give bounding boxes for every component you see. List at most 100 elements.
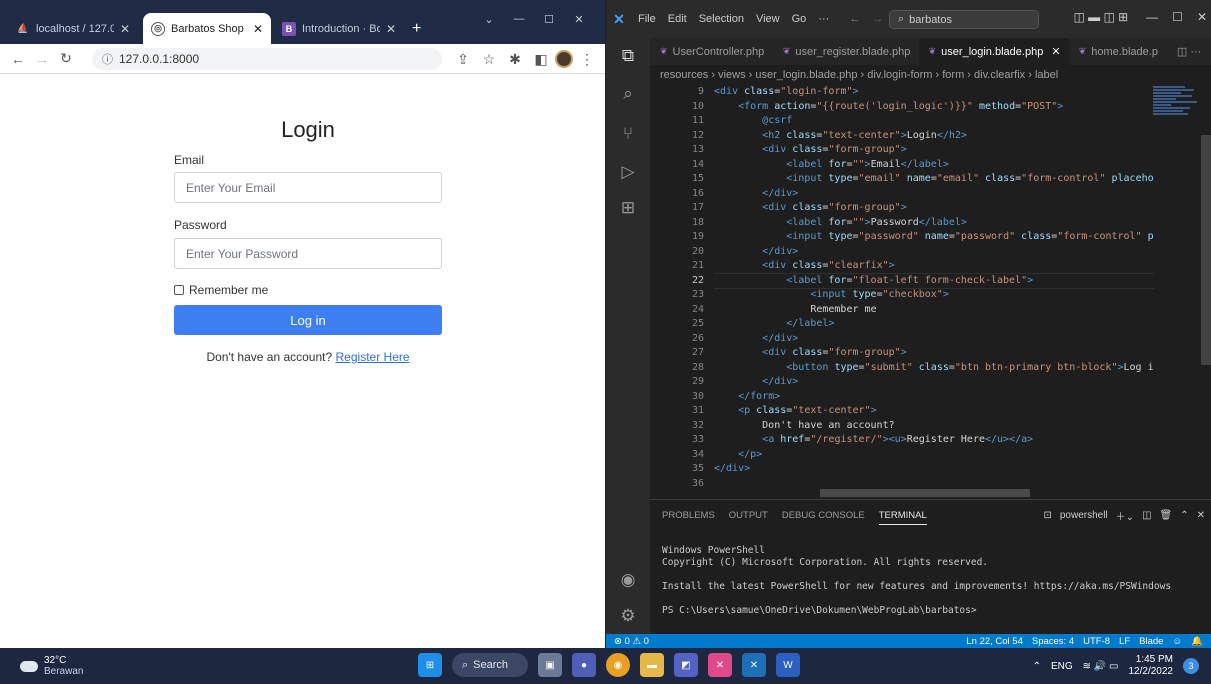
language-mode[interactable]: Blade — [1139, 636, 1163, 647]
chrome-icon[interactable]: ◉ — [606, 653, 630, 677]
file-explorer-icon[interactable]: ▬ — [640, 653, 664, 677]
breadcrumb[interactable]: resources › views › user_login.blade.php… — [650, 65, 1211, 85]
menu-file[interactable]: File — [632, 13, 662, 25]
notification-badge[interactable]: 3 — [1183, 658, 1199, 674]
minimize-icon[interactable]: — — [504, 8, 534, 30]
new-tab-button[interactable]: + — [404, 13, 432, 44]
back-icon[interactable]: ← — [6, 47, 30, 71]
source-control-icon[interactable]: ⑂ — [616, 122, 640, 146]
account-icon[interactable]: ◉ — [616, 568, 640, 592]
close-icon[interactable]: ✕ — [386, 22, 396, 36]
tab-problems[interactable]: PROBLEMS — [662, 510, 715, 525]
bell-icon[interactable]: 🔔 — [1191, 636, 1203, 647]
language-indicator[interactable]: ENG — [1051, 661, 1073, 672]
code-lines[interactable]: <div class="login-form"> <form action="{… — [714, 85, 1154, 491]
password-placeholder: Enter Your Password — [186, 246, 299, 261]
code-line: <input type="email" name="email" class="… — [786, 173, 1154, 184]
nav-back-icon[interactable]: ← — [843, 13, 866, 25]
vertical-scrollbar[interactable] — [1201, 135, 1211, 365]
forward-icon[interactable]: → — [30, 47, 54, 71]
problems-status[interactable]: ⊗ 0 ⚠ 0 — [606, 636, 649, 647]
address-bar[interactable]: ⓘ 127.0.0.1:8000 — [92, 48, 442, 70]
menu-selection[interactable]: Selection — [693, 13, 750, 25]
nav-forward-icon[interactable]: → — [866, 13, 889, 25]
close-window-icon[interactable]: ✕ — [1197, 10, 1207, 24]
app-icon[interactable]: ◩ — [674, 653, 698, 677]
line-ending[interactable]: LF — [1119, 636, 1130, 647]
extensions-icon[interactable]: ⊞ — [616, 196, 640, 220]
line-number: 17 — [691, 202, 704, 213]
explorer-icon[interactable]: ⧉ — [616, 44, 640, 68]
close-icon[interactable]: ✕ — [120, 22, 130, 36]
command-center[interactable]: ⌕ barbatos — [889, 10, 1039, 29]
tab-terminal[interactable]: TERMINAL — [878, 510, 927, 525]
remember-me[interactable]: Remember me — [174, 283, 268, 297]
menu-more[interactable]: ··· — [812, 13, 835, 25]
settings-gear-icon[interactable]: ⚙ — [616, 604, 640, 628]
taskbar-search[interactable]: ⌕ Search — [452, 653, 528, 677]
trash-icon[interactable]: 🗑 — [1160, 510, 1173, 521]
tab-barbatos-shop[interactable]: ◎ Barbatos Shop ✕ — [143, 13, 271, 44]
maximize-icon[interactable]: ☐ — [534, 8, 564, 30]
close-window-icon[interactable]: ✕ — [564, 8, 594, 30]
windows-start-icon[interactable]: ⊞ — [418, 653, 442, 677]
extensions-icon[interactable]: ✱ — [503, 47, 527, 71]
tab-home[interactable]: ❦ home.blade.p — [1069, 38, 1167, 65]
wifi-volume-battery-icon[interactable]: ≋ 🔊 ▭ — [1083, 661, 1119, 672]
side-panel-icon[interactable]: ◧ — [529, 47, 553, 71]
split-terminal-icon[interactable]: ◫ — [1142, 510, 1151, 521]
tab-phpmyadmin[interactable]: ⛵ localhost / 127.0.0 ✕ — [8, 13, 138, 44]
minimize-icon[interactable]: — — [1146, 10, 1158, 24]
vscode-icon[interactable]: ✕ — [742, 653, 766, 677]
new-terminal-icon[interactable]: ＋⌄ — [1116, 508, 1134, 523]
register-link[interactable]: Register Here — [336, 350, 410, 364]
activity-bar: ⧉ ⌕ ⑂ ▷ ⊞ ◉ ⚙ — [606, 38, 650, 634]
avatar[interactable] — [555, 50, 573, 68]
maximize-icon[interactable]: ☐ — [1172, 10, 1183, 24]
terminal-output[interactable]: Windows PowerShell Copyright (C) Microso… — [662, 545, 1171, 617]
minimap[interactable] — [1153, 85, 1199, 145]
horizontal-scrollbar[interactable] — [820, 489, 1030, 497]
tab-debug-console[interactable]: DEBUG CONSOLE — [782, 510, 865, 525]
word-icon[interactable]: W — [776, 653, 800, 677]
code-line: </label> — [786, 318, 835, 329]
tab-output[interactable]: OUTPUT — [729, 510, 768, 525]
remember-checkbox[interactable] — [174, 285, 184, 295]
task-view-icon[interactable]: ▣ — [538, 653, 562, 677]
chat-icon[interactable]: ● — [572, 653, 596, 677]
code-editor[interactable]: 9 10 11 12 13 14 15 16 17 18 19 20 21 22 23 24 25 26 27 28 2… — [650, 85, 1211, 499]
bookmark-star-icon[interactable]: ☆ — [477, 47, 501, 71]
login-button[interactable]: Log in — [174, 305, 442, 335]
xampp-icon[interactable]: ✕ — [708, 653, 732, 677]
menu-kebab-icon[interactable]: ⋮ — [575, 47, 599, 71]
site-info-icon[interactable]: ⓘ — [102, 51, 113, 67]
maximize-panel-icon[interactable]: ⌃ — [1180, 510, 1188, 521]
close-icon[interactable]: ✕ — [253, 22, 263, 36]
password-field[interactable]: Enter Your Password — [174, 238, 442, 269]
reload-icon[interactable]: ↻ — [54, 47, 78, 71]
encoding[interactable]: UTF-8 — [1083, 636, 1110, 647]
email-field[interactable]: Enter Your Email — [174, 172, 442, 203]
terminal-shell-name[interactable]: powershell — [1060, 510, 1108, 521]
tab-bootstrap-intro[interactable]: B Introduction · Boo ✕ — [274, 13, 404, 44]
layout-icon[interactable]: ◫ ▬ ◫ ⊞ — [1073, 10, 1128, 24]
clock[interactable]: 1:45 PM 12/2/2022 — [1129, 654, 1174, 678]
run-debug-icon[interactable]: ▷ — [616, 160, 640, 184]
tab-search-icon[interactable]: ⌄ — [474, 8, 504, 30]
tab-user-register[interactable]: ❦ user_register.blade.php — [773, 38, 919, 65]
close-icon[interactable]: ✕ — [1051, 45, 1060, 58]
close-panel-icon[interactable]: ✕ — [1197, 510, 1205, 521]
menu-edit[interactable]: Edit — [662, 13, 693, 25]
tab-user-controller[interactable]: ❦ UserController.php — [650, 38, 773, 65]
tab-user-login[interactable]: ❦ user_login.blade.php ✕ — [918, 38, 1069, 65]
chevron-up-icon[interactable]: ⌃ — [1033, 661, 1041, 672]
menu-go[interactable]: Go — [786, 13, 813, 25]
search-icon[interactable]: ⌕ — [616, 82, 640, 106]
weather-widget[interactable]: 32°C Berawan — [20, 655, 83, 677]
split-editor-icon[interactable]: ◫ ··· — [1167, 38, 1211, 65]
share-icon[interactable]: ⇪ — [451, 47, 475, 71]
indentation[interactable]: Spaces: 4 — [1032, 636, 1074, 647]
cursor-position[interactable]: Ln 22, Col 54 — [966, 636, 1023, 647]
feedback-icon[interactable]: ☺ — [1172, 636, 1182, 647]
menu-view[interactable]: View — [750, 13, 786, 25]
